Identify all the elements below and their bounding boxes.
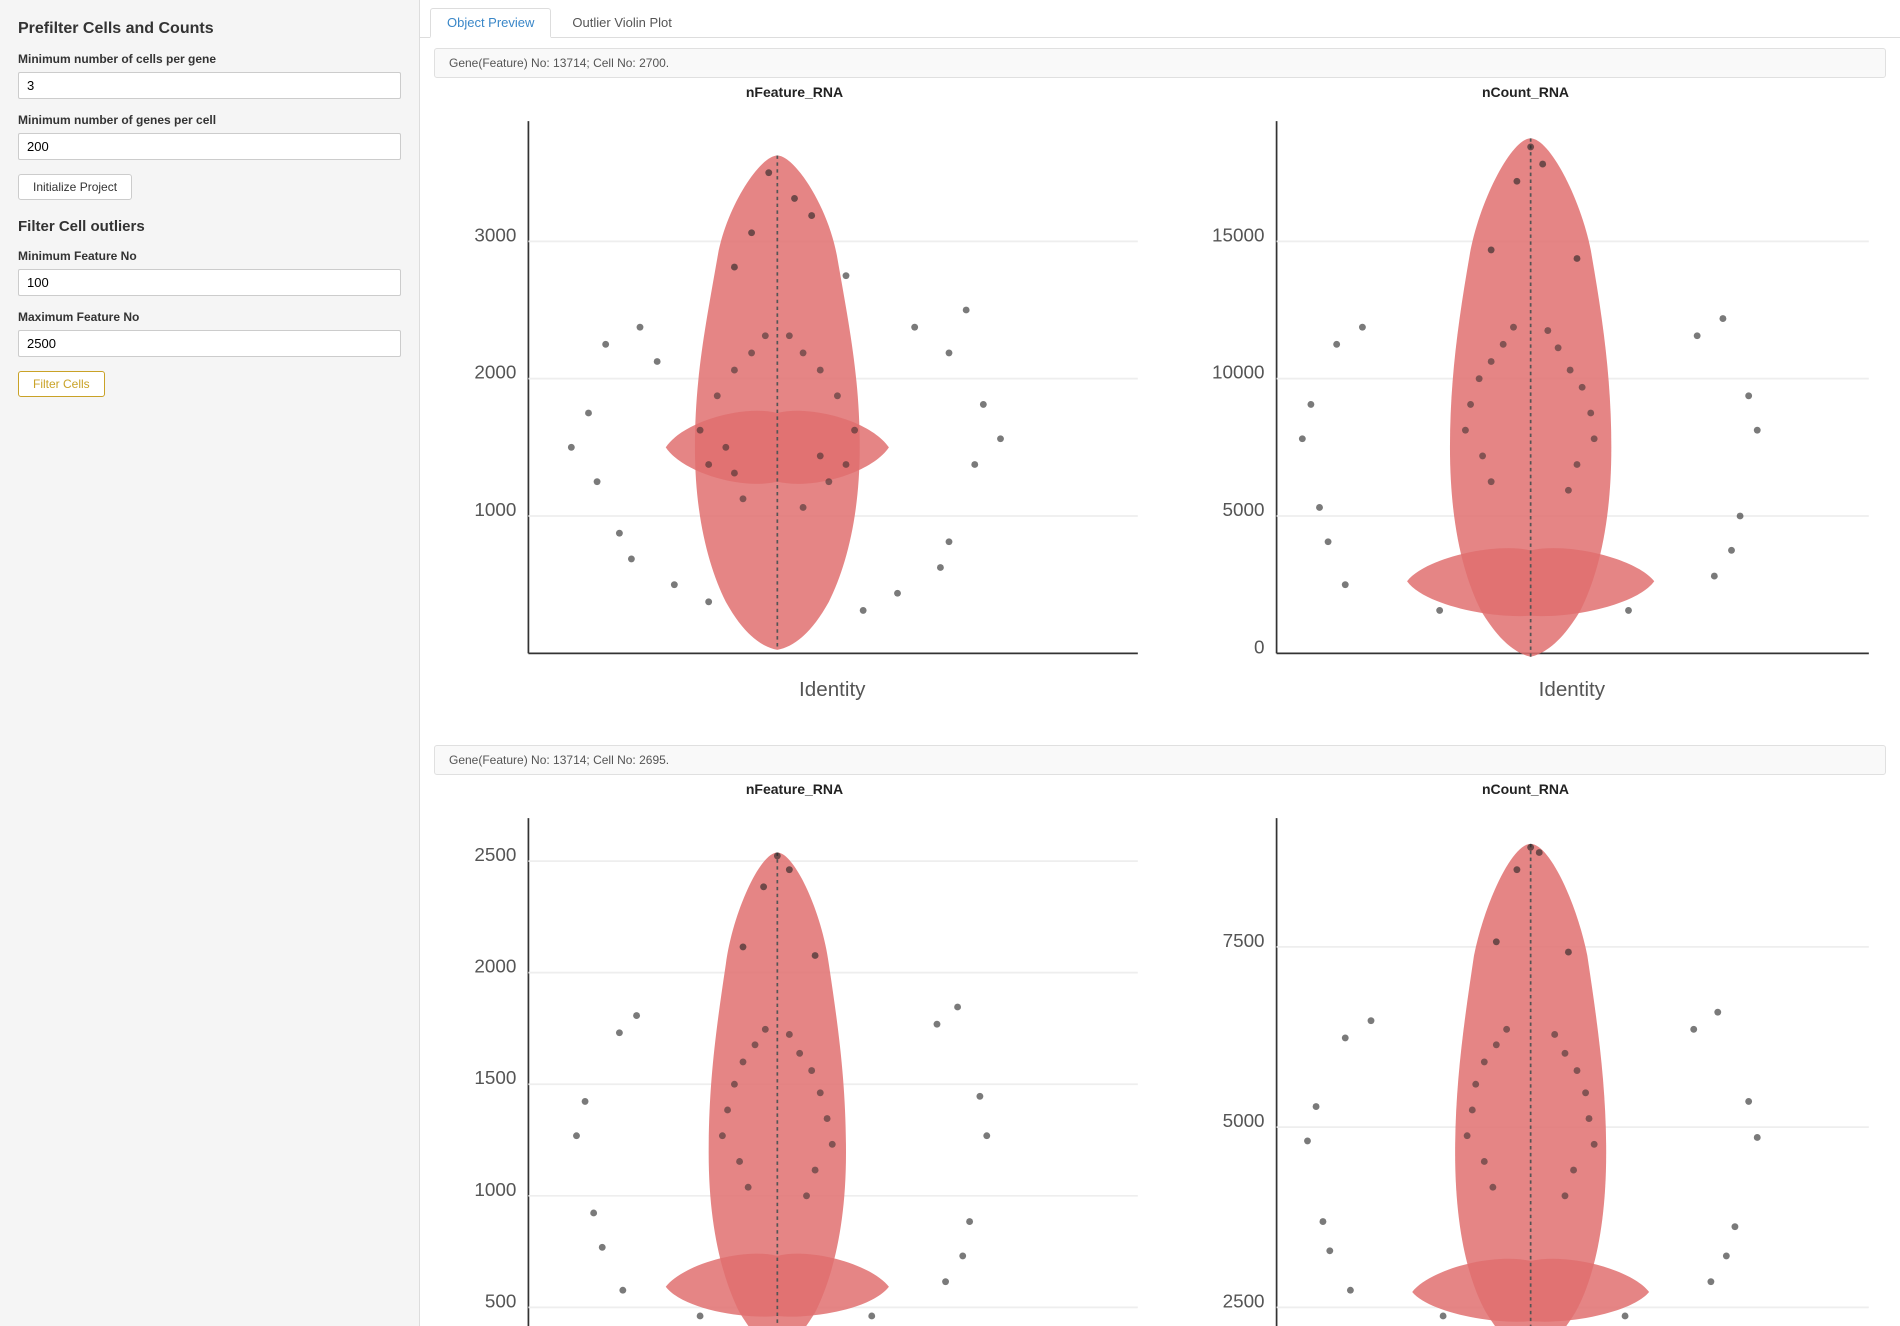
bottom-section: Gene(Feature) No: 13714; Cell No: 2695. … — [420, 735, 1900, 1326]
svg-text:1500: 1500 — [474, 1068, 516, 1089]
svg-text:5000: 5000 — [1223, 500, 1265, 521]
svg-text:1000: 1000 — [474, 1180, 516, 1201]
svg-text:2000: 2000 — [474, 363, 516, 384]
min-feature-input[interactable] — [18, 269, 401, 296]
svg-text:2500: 2500 — [1223, 1291, 1265, 1312]
panel-title: Prefilter Cells and Counts — [18, 20, 401, 38]
svg-text:2000: 2000 — [474, 957, 516, 978]
svg-text:5000: 5000 — [1223, 1111, 1265, 1132]
filter-section-title: Filter Cell outliers — [18, 218, 401, 235]
svg-text:Identity: Identity — [799, 678, 866, 701]
top-plot2: nCount_RNA 0 5000 10000 15000 — [1165, 84, 1886, 725]
min-genes-per-cell-input[interactable] — [18, 133, 401, 160]
left-panel: Prefilter Cells and Counts Minimum numbe… — [0, 0, 420, 1326]
tabs-bar: Object Preview Outlier Violin Plot — [420, 0, 1900, 38]
top-section: Gene(Feature) No: 13714; Cell No: 2700. … — [420, 38, 1900, 725]
svg-text:7500: 7500 — [1223, 931, 1265, 952]
top-plot2-title: nCount_RNA — [1165, 84, 1886, 100]
bottom-info-bar: Gene(Feature) No: 13714; Cell No: 2695. — [434, 745, 1886, 775]
bottom-plot2-title: nCount_RNA — [1165, 781, 1886, 797]
max-feature-label: Maximum Feature No — [18, 310, 401, 324]
right-panel: Object Preview Outlier Violin Plot Gene(… — [420, 0, 1900, 1326]
svg-text:1000: 1000 — [474, 500, 516, 521]
top-plot1-title: nFeature_RNA — [434, 84, 1155, 100]
bottom-plot1: nFeature_RNA 500 1000 1500 2000 2500 — [434, 781, 1155, 1326]
top-info-bar: Gene(Feature) No: 13714; Cell No: 2700. — [434, 48, 1886, 78]
svg-text:2500: 2500 — [474, 845, 516, 866]
tab-outlier-violin[interactable]: Outlier Violin Plot — [555, 8, 688, 37]
svg-text:500: 500 — [485, 1291, 516, 1312]
initialize-project-button[interactable]: Initialize Project — [18, 174, 132, 200]
bottom-plot2-svg: 2500 5000 7500 Identity — [1165, 801, 1886, 1326]
svg-text:10000: 10000 — [1212, 363, 1265, 384]
svg-text:3000: 3000 — [474, 225, 516, 246]
top-plot1-svg: 1000 2000 3000 Identity — [434, 104, 1155, 725]
bottom-plot1-svg: 500 1000 1500 2000 2500 Identity — [434, 801, 1155, 1326]
field1-label: Minimum number of cells per gene — [18, 52, 401, 66]
field2-label: Minimum number of genes per cell — [18, 113, 401, 127]
top-plot1: nFeature_RNA 1000 2000 3000 — [434, 84, 1155, 725]
bottom-plots-row: nFeature_RNA 500 1000 1500 2000 2500 — [420, 781, 1900, 1326]
min-feature-label: Minimum Feature No — [18, 249, 401, 263]
svg-text:0: 0 — [1254, 637, 1265, 658]
tab-object-preview[interactable]: Object Preview — [430, 8, 551, 38]
min-cells-per-gene-input[interactable] — [18, 72, 401, 99]
bottom-plot2: nCount_RNA 2500 5000 7500 — [1165, 781, 1886, 1326]
top-plot2-svg: 0 5000 10000 15000 Identity — [1165, 104, 1886, 725]
bottom-plot1-title: nFeature_RNA — [434, 781, 1155, 797]
filter-cells-button[interactable]: Filter Cells — [18, 371, 105, 397]
svg-text:15000: 15000 — [1212, 225, 1265, 246]
max-feature-input[interactable] — [18, 330, 401, 357]
top-plots-row: nFeature_RNA 1000 2000 3000 — [420, 84, 1900, 725]
svg-text:Identity: Identity — [1539, 678, 1606, 701]
